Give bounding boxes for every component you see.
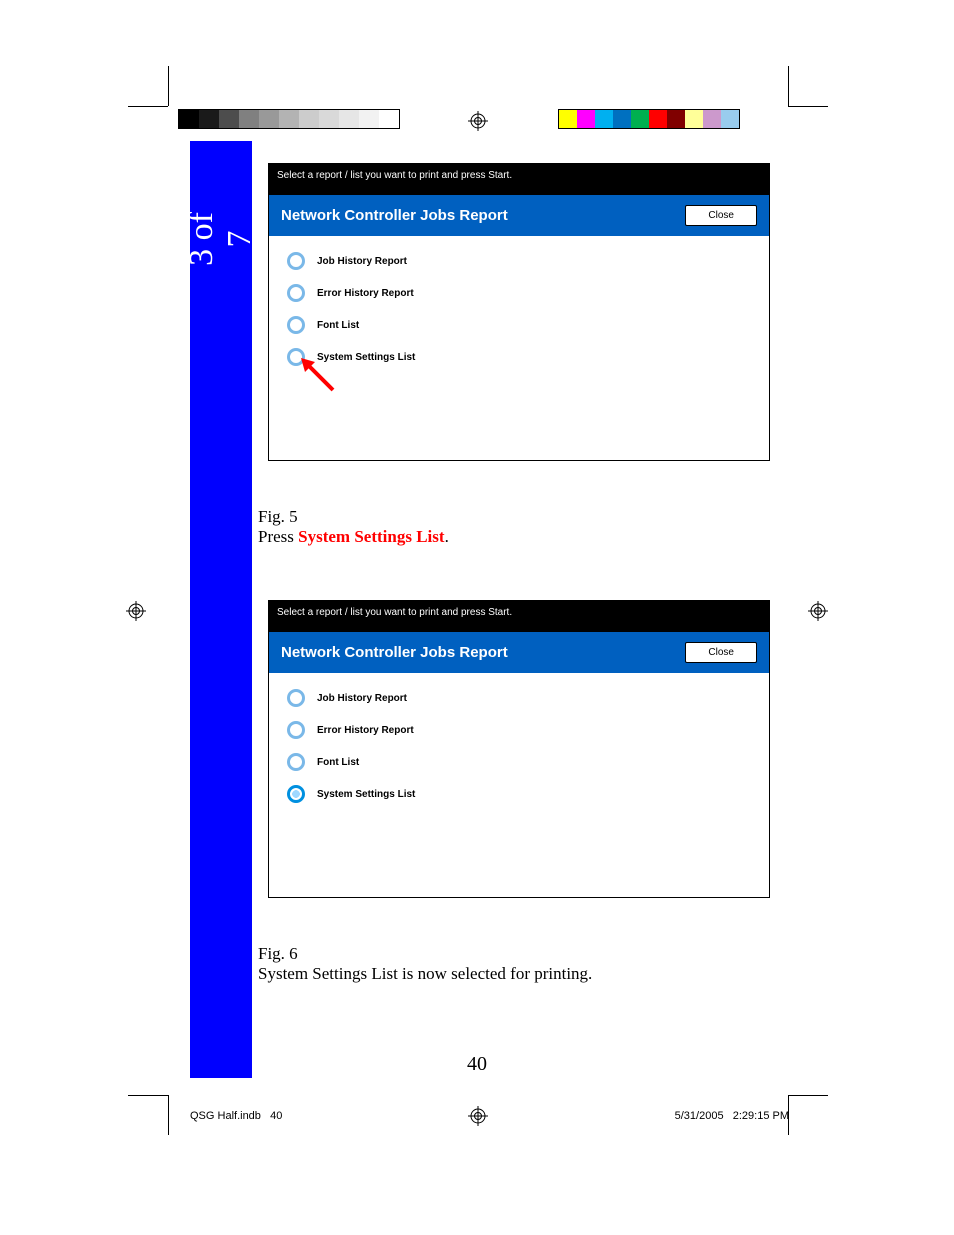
caption-text: Press System Settings List. xyxy=(258,527,449,546)
option-label: Font List xyxy=(317,757,359,768)
radio-icon xyxy=(287,316,305,334)
registration-mark-icon xyxy=(468,111,488,131)
figure-6-screenshot: Select a report / list you want to print… xyxy=(268,600,770,898)
screenshot-header: Network Controller Jobs Report Close xyxy=(269,195,769,236)
registration-mark-icon xyxy=(808,601,828,621)
option-job-history[interactable]: Job History Report xyxy=(287,252,759,270)
radio-icon xyxy=(287,252,305,270)
option-font-list[interactable]: Font List xyxy=(287,316,759,334)
figure-5-screenshot: Select a report / list you want to print… xyxy=(268,163,770,461)
option-font-list[interactable]: Font List xyxy=(287,753,759,771)
highlight-text: System Settings List xyxy=(298,527,444,546)
registration-mark-icon xyxy=(468,1106,488,1126)
screenshot-header: Network Controller Jobs Report Close xyxy=(269,632,769,673)
crop-mark xyxy=(788,106,828,107)
footer-right: 5/31/2005 2:29:15 PM xyxy=(675,1110,789,1122)
option-label: System Settings List xyxy=(317,789,415,800)
option-label: Job History Report xyxy=(317,693,407,704)
grayscale-calibration-strip xyxy=(178,109,400,129)
screenshot-instruction: Select a report / list you want to print… xyxy=(269,601,769,632)
radio-icon xyxy=(287,753,305,771)
option-label: Error History Report xyxy=(317,725,414,736)
close-button[interactable]: Close xyxy=(685,642,757,663)
option-job-history[interactable]: Job History Report xyxy=(287,689,759,707)
option-label: Font List xyxy=(317,320,359,331)
radio-icon xyxy=(287,785,305,803)
radio-icon xyxy=(287,689,305,707)
callout-arrow-icon xyxy=(299,356,333,390)
crop-mark xyxy=(788,66,789,106)
sidebar: 3 of 7 System Settings List xyxy=(190,141,252,1078)
option-label: Error History Report xyxy=(317,288,414,299)
crop-mark xyxy=(168,1095,169,1135)
figure-label: Fig. 6 xyxy=(258,944,778,964)
figure-6-caption: Fig. 6 System Settings List is now selec… xyxy=(258,944,778,983)
figure-label: Fig. 5 xyxy=(258,507,778,527)
close-button[interactable]: Close xyxy=(685,205,757,226)
option-system-settings[interactable]: System Settings List xyxy=(287,348,759,366)
color-calibration-strip xyxy=(558,109,740,129)
radio-icon xyxy=(287,284,305,302)
option-error-history[interactable]: Error History Report xyxy=(287,284,759,302)
screenshot-body: Job History Report Error History Report … xyxy=(269,673,769,897)
screenshot-title: Network Controller Jobs Report xyxy=(281,644,508,661)
crop-mark xyxy=(128,106,168,107)
registration-mark-icon xyxy=(126,601,146,621)
crop-mark xyxy=(128,1095,168,1096)
screenshot-title: Network Controller Jobs Report xyxy=(281,207,508,224)
crop-mark xyxy=(788,1095,828,1096)
page-number: 40 xyxy=(0,1053,954,1076)
figure-5-caption: Fig. 5 Press System Settings List. xyxy=(258,507,778,546)
option-label: Job History Report xyxy=(317,256,407,267)
radio-icon xyxy=(287,721,305,739)
crop-mark xyxy=(168,66,169,106)
screenshot-instruction: Select a report / list you want to print… xyxy=(269,164,769,195)
screenshot-body: Job History Report Error History Report … xyxy=(269,236,769,460)
option-error-history[interactable]: Error History Report xyxy=(287,721,759,739)
caption-text: System Settings List is now selected for… xyxy=(258,964,592,983)
footer-left: QSG Half.indb 40 xyxy=(190,1110,282,1122)
option-system-settings[interactable]: System Settings List xyxy=(287,785,759,803)
page-progress-label: 3 of 7 xyxy=(183,208,259,270)
